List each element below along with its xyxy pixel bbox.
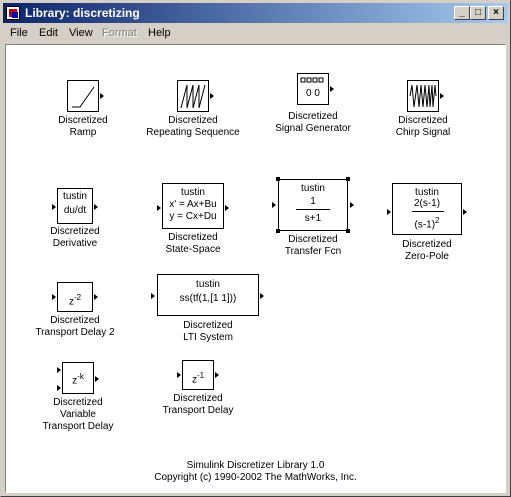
discretized-transfer-fcn-block[interactable]: tustin 1 s+1 [278, 179, 348, 231]
discretized-signal-generator-block[interactable]: 0 0 [297, 73, 329, 105]
library-version-text: Simulink Discretizer Library 1.0 [186, 460, 325, 471]
repeating-output-port [210, 93, 214, 99]
repeating-sequence-label: Discretized Repeating Sequence [146, 115, 240, 138]
chirp-output-port [440, 93, 444, 99]
close-button[interactable]: × [488, 6, 504, 20]
derivative-output-port [94, 204, 98, 210]
state-space-label: Discretized State-Space [165, 232, 221, 255]
menu-edit[interactable]: Edit [39, 26, 58, 40]
lti-input-port [151, 293, 155, 299]
window-title: Library: discretizing [25, 6, 140, 20]
model-canvas[interactable]: Discretized Ramp Discretized Repeating Seq… [5, 44, 506, 493]
transport-delay-label: Discretized Transport Delay [162, 393, 234, 416]
state-space-output-port [225, 205, 229, 211]
discretized-transport-delay-2-block[interactable]: z-2 [57, 282, 93, 312]
signal-generator-label: Discretized Signal Generator [275, 111, 351, 134]
signal-generator-output-port [330, 86, 334, 92]
chirp-icon [409, 84, 437, 108]
selection-handle-br[interactable] [346, 229, 350, 233]
lti-output-port [260, 293, 264, 299]
transport-delay-2-label: Discretized Transport Delay 2 [35, 315, 115, 338]
derivative-label: Discretized Derivative [50, 226, 100, 249]
state-space-input-port [157, 205, 161, 211]
transport-delay-2-output-port [94, 294, 98, 300]
library-window: Library: discretizing _ □ × File Edit Vi… [0, 0, 511, 497]
transfer-fcn-input-port [272, 202, 276, 208]
discretized-variable-transport-delay-block[interactable]: z-k [62, 362, 94, 394]
variable-delay-output-port [95, 376, 99, 382]
discretized-repeating-sequence-block[interactable] [177, 80, 209, 112]
variable-transport-delay-label: Discretized Variable Transport Delay [42, 397, 114, 432]
derivative-input-port [52, 204, 56, 210]
menu-format: Format [102, 27, 137, 39]
menu-file[interactable]: File [10, 26, 28, 40]
lti-system-label: Discretized LTI System [183, 320, 233, 343]
ramp-icon [72, 86, 95, 108]
transport-delay-input-port [177, 372, 181, 378]
discretized-transport-delay-block[interactable]: z-1 [182, 360, 214, 390]
minimize-button[interactable]: _ [454, 6, 470, 20]
transfer-fcn-label: Discretized Transfer Fcn [284, 234, 342, 257]
variable-delay-input-port-2 [57, 385, 61, 391]
chirp-signal-label: Discretized Chirp Signal [395, 115, 451, 138]
discretized-derivative-block[interactable]: tustin du/dt [57, 188, 93, 224]
discretized-state-space-block[interactable]: tustin x' = Ax+Bu y = Cx+Du [162, 183, 224, 229]
zero-pole-input-port [387, 209, 391, 215]
simulink-app-icon[interactable] [6, 6, 20, 20]
zero-pole-output-port [463, 209, 467, 215]
title-bar[interactable]: Library: discretizing _ □ × [3, 3, 508, 23]
zero-pole-label: Discretized Zero-Pole [402, 239, 452, 262]
selection-handle-bl[interactable] [276, 229, 280, 233]
fraction-bar [296, 209, 330, 210]
copyright-text: Copyright (c) 1990-2002 The MathWorks, I… [154, 472, 357, 483]
menu-help[interactable]: Help [148, 26, 171, 40]
discretized-zero-pole-block[interactable]: tustin 2(s-1) (s-1)2 [392, 183, 462, 235]
transfer-fcn-output-port [350, 202, 354, 208]
maximize-button[interactable]: □ [470, 6, 486, 20]
fraction-bar [412, 211, 444, 212]
menu-view[interactable]: View [69, 26, 93, 40]
menu-bar: File Edit View Format Help [3, 24, 508, 42]
sawtooth-icon [180, 84, 206, 109]
discretized-lti-system-block[interactable]: tustin ss(tf(1,[1 1])) [157, 274, 259, 316]
transport-delay-output-port [215, 372, 219, 378]
selection-handle-tr[interactable] [346, 177, 350, 181]
ramp-label: Discretized Ramp [58, 115, 108, 138]
signal-generator-icon [300, 77, 324, 83]
transport-delay-2-input-port [52, 294, 56, 300]
discretized-chirp-signal-block[interactable] [407, 80, 439, 112]
discretized-ramp-block[interactable] [67, 80, 99, 112]
variable-delay-input-port-1 [57, 367, 61, 373]
ramp-output-port [100, 93, 104, 99]
selection-handle-tl[interactable] [276, 177, 280, 181]
